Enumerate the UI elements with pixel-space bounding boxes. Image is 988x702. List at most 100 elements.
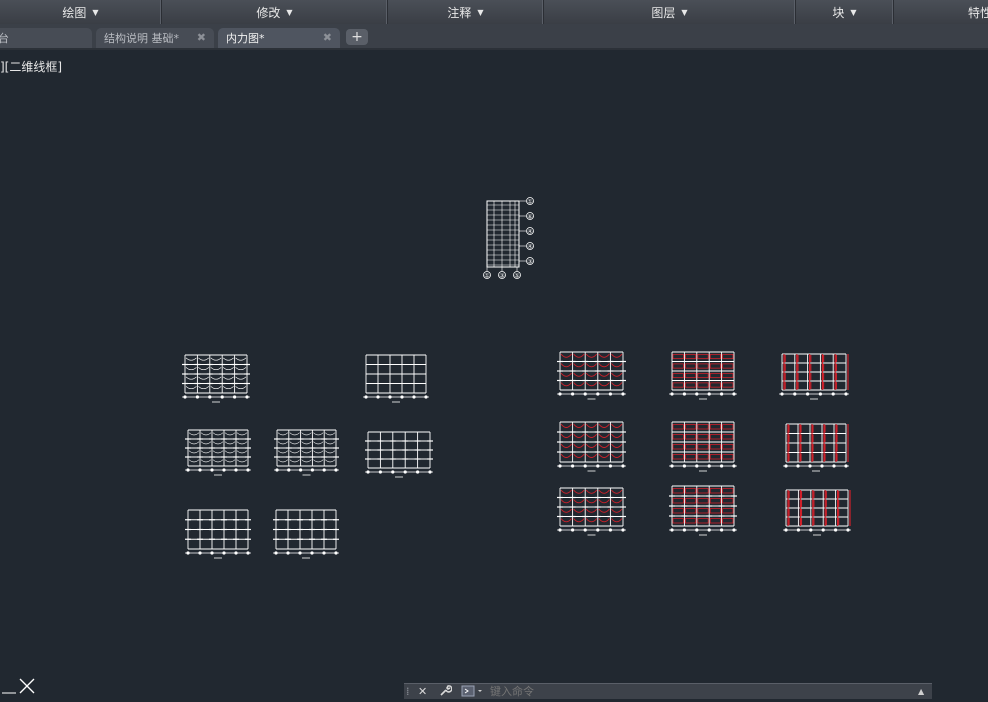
wrench-icon[interactable]: [438, 684, 453, 699]
moment-curve: [224, 459, 236, 463]
frame-diagram: [669, 485, 737, 536]
shear-block-red: [672, 444, 684, 450]
shear-block-red: [672, 508, 684, 514]
command-history-icon[interactable]: [460, 684, 486, 699]
tab-document-internal-force[interactable]: 内力图* ✖: [218, 28, 340, 48]
frame-support: [695, 528, 699, 532]
panel-properties-label: 特性: [968, 5, 988, 20]
moment-curve: [236, 432, 248, 436]
shear-block-red: [685, 372, 697, 379]
shear-block-red: [672, 488, 684, 494]
shear-block-red: [672, 363, 684, 369]
moment-curve-red: [598, 508, 610, 513]
moment-curve: [236, 441, 248, 445]
moment-curve: [236, 450, 248, 454]
frame-support: [246, 551, 250, 555]
chevron-up-icon[interactable]: ▲: [918, 684, 924, 699]
moment-curve: [313, 441, 324, 445]
moment-curve-red: [598, 363, 610, 368]
command-input[interactable]: [490, 684, 910, 699]
ribbon-panel-properties[interactable]: 特性: [894, 0, 988, 24]
frame-diagram: [363, 354, 429, 403]
close-icon[interactable]: ✖: [323, 31, 332, 44]
shear-block-red: [685, 434, 697, 440]
frame-diagram: [274, 429, 339, 476]
shear-block-red: [672, 382, 684, 388]
panel-draw-label: 绘图: [62, 5, 87, 20]
frame-support: [558, 392, 562, 396]
ribbon-panel-draw[interactable]: 绘图 ▼: [0, 0, 162, 24]
frame-diagram: [185, 509, 251, 559]
shear-block-red: [722, 488, 734, 494]
ribbon-panel-annotate[interactable]: 注释 ▼: [388, 0, 544, 24]
frame-support: [796, 464, 800, 468]
ribbon-panel-layers[interactable]: 图层 ▼: [544, 0, 796, 24]
moment-curve-red: [611, 372, 623, 377]
shear-block-red: [709, 454, 722, 460]
shear-block-red: [709, 363, 722, 369]
frame-support: [621, 464, 625, 468]
frame-support: [596, 392, 600, 396]
moment-curve-red: [560, 382, 572, 387]
new-tab-button[interactable]: +: [346, 29, 368, 45]
moment-curve-red: [585, 499, 598, 504]
moment-curve: [198, 357, 210, 361]
moment-curve: [277, 459, 289, 463]
moment-curve-red: [573, 363, 585, 368]
close-command-line-button[interactable]: ✕: [418, 684, 427, 699]
tab-label: 结构说明 基础*: [104, 32, 179, 45]
drawing-canvas[interactable]: ① ⑥ ④ ④ ③ ① ③ ⑤: [0, 50, 988, 684]
moment-curve: [198, 367, 210, 371]
moment-curve: [188, 432, 200, 436]
frame-support: [378, 470, 382, 474]
frame-support: [720, 464, 724, 468]
frame-support: [846, 528, 850, 532]
shear-block-red: [685, 382, 697, 388]
moment-curve-red: [585, 363, 598, 368]
moment-curve-red: [598, 499, 610, 504]
moment-curve-red: [598, 443, 610, 448]
shear-block-red: [709, 444, 722, 450]
shear-block-red: [709, 518, 722, 524]
moment-curve-red: [560, 518, 572, 523]
frame-support: [198, 468, 202, 472]
frame-support: [322, 468, 326, 472]
moment-curve: [313, 432, 324, 436]
moment-curve-red: [611, 423, 623, 428]
moment-curve: [313, 459, 324, 463]
moment-curve: [313, 450, 324, 454]
ribbon-panel-modify[interactable]: 修改 ▼: [162, 0, 388, 24]
frame-support: [621, 392, 625, 396]
moment-curve-red: [585, 372, 598, 377]
moment-curve-red: [560, 508, 572, 513]
moment-curve-red: [598, 489, 610, 494]
frame-support: [596, 528, 600, 532]
frame-support: [391, 470, 395, 474]
frame-support: [720, 528, 724, 532]
close-icon[interactable]: ✖: [197, 31, 206, 44]
moment-curve: [301, 459, 312, 463]
moment-curve: [222, 357, 234, 361]
moment-curve-red: [585, 453, 598, 458]
moment-curve: [224, 432, 236, 436]
tab-document-structure[interactable]: 结构说明 基础* ✖: [96, 28, 214, 48]
grid-label: ④: [527, 244, 532, 251]
tab-label: 台: [0, 32, 9, 45]
ribbon-panel-block[interactable]: 块 ▼: [796, 0, 894, 24]
grip-handle-icon[interactable]: ⁞: [406, 684, 410, 699]
shear-block-red: [685, 518, 697, 524]
frame-support: [695, 392, 699, 396]
moment-curve-red: [560, 453, 572, 458]
moment-curve: [200, 459, 212, 463]
tab-document-1[interactable]: 台: [0, 28, 92, 48]
frame-support: [246, 468, 250, 472]
ucs-icon: [2, 678, 35, 694]
moment-curve: [224, 450, 236, 454]
moment-curve: [198, 386, 210, 390]
frame-support: [416, 470, 420, 474]
moment-curve: [210, 357, 222, 361]
grid-label: ①: [527, 199, 532, 206]
frame-diagram: [669, 421, 737, 472]
frame-support: [832, 464, 836, 468]
moment-curve: [289, 450, 300, 454]
